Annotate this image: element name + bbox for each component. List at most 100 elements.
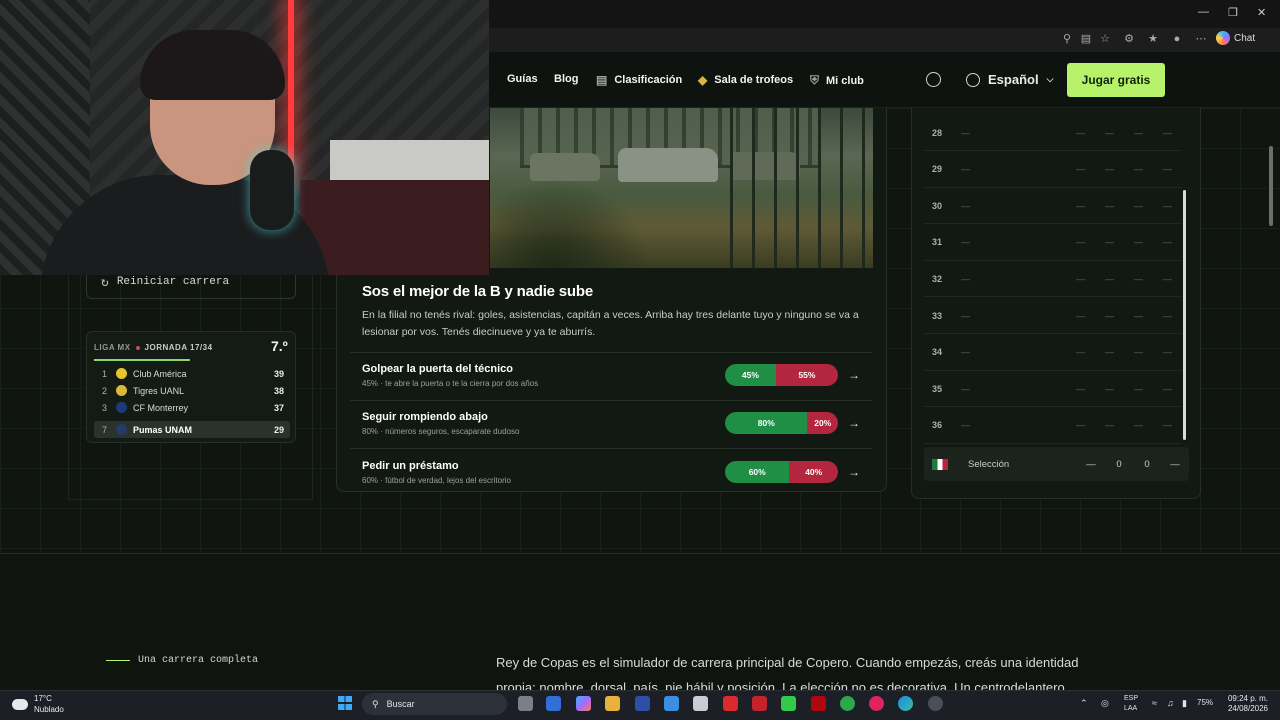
copilot-icon: [1216, 31, 1230, 45]
webcam-overlay: [0, 0, 489, 275]
option-probability-bar[interactable]: 80% 20%: [725, 412, 838, 434]
youtube-icon[interactable]: [752, 696, 767, 711]
input-language[interactable]: ESP LAA: [1124, 694, 1138, 714]
arrow-right-icon[interactable]: →: [848, 368, 860, 382]
app-icon[interactable]: [664, 696, 679, 711]
stat-placeholder: —: [1105, 310, 1114, 321]
microphone-icon[interactable]: ◎: [1101, 698, 1109, 709]
language-label: Español: [988, 72, 1039, 87]
stat-placeholder: —: [1105, 273, 1114, 284]
stat-placeholder: —: [1163, 420, 1172, 431]
app-icon[interactable]: [635, 696, 650, 711]
kick-icon[interactable]: [781, 696, 796, 711]
nav-mi-club[interactable]: ⛨ Mi club: [810, 73, 864, 88]
matchday-number: 31: [932, 237, 943, 248]
system-clock[interactable]: 09:24 p. m. 24/08/2026: [1224, 694, 1268, 714]
stat-placeholder: —: [1134, 273, 1143, 284]
stat-placeholder: —: [1134, 420, 1143, 431]
wifi-icon[interactable]: ≈: [1152, 698, 1157, 708]
copilot-app-icon[interactable]: [576, 696, 591, 711]
app-icon[interactable]: [693, 696, 708, 711]
music-icon[interactable]: [869, 696, 884, 711]
nav-blog[interactable]: Blog: [554, 73, 578, 85]
option-title[interactable]: Pedir un préstamo: [362, 460, 459, 472]
calendar-row: 36 — — — — —: [924, 408, 1182, 444]
standings-team: Tigres UANL: [133, 385, 185, 396]
profile-icon[interactable]: ●: [1170, 32, 1184, 46]
selection-value: —: [1170, 458, 1180, 470]
stat-placeholder: —: [1076, 200, 1085, 211]
option-title[interactable]: Golpear la puerta del técnico: [362, 363, 513, 375]
minimize-icon[interactable]: —: [1198, 6, 1209, 18]
page-scrollbar[interactable]: [1269, 146, 1273, 226]
battery-icon[interactable]: ▮: [1182, 698, 1187, 709]
option-title[interactable]: Seguir rompiendo abajo: [362, 411, 488, 423]
settings-icon[interactable]: [928, 696, 943, 711]
favorites-icon[interactable]: ★: [1146, 32, 1160, 46]
stat-placeholder: —: [1163, 237, 1172, 248]
language-selector[interactable]: Español ⌵: [966, 72, 1053, 87]
club-crest-icon: [116, 385, 127, 396]
task-view-icon[interactable]: [518, 696, 533, 711]
xbox-icon[interactable]: [840, 696, 855, 711]
option-probability-bar[interactable]: 60% 40%: [725, 461, 838, 483]
edge-icon[interactable]: [898, 696, 913, 711]
file-explorer-icon[interactable]: [605, 696, 620, 711]
close-icon[interactable]: ✕: [1257, 6, 1266, 19]
stat-placeholder: —: [1163, 200, 1172, 211]
battery-percent: 75%: [1197, 698, 1214, 707]
extensions-icon[interactable]: ⚙: [1122, 32, 1136, 46]
nav-guias[interactable]: Guías: [507, 73, 538, 85]
arrow-right-icon[interactable]: →: [848, 465, 860, 479]
reader-icon[interactable]: ▤: [1079, 32, 1093, 46]
standings-row: 2 Tigres UANL 38: [94, 382, 290, 399]
zoom-icon[interactable]: ⚲: [1060, 32, 1074, 46]
weather-widget[interactable]: 17°C Nublado: [12, 693, 64, 715]
restore-icon[interactable]: ❐: [1228, 6, 1238, 19]
stat-placeholder: —: [1105, 237, 1114, 248]
restart-label: Reiniciar carrera: [116, 276, 230, 288]
matchday-number: 30: [932, 200, 943, 211]
windows-start-icon[interactable]: [338, 696, 352, 710]
play-free-button[interactable]: Jugar gratis: [1067, 63, 1165, 97]
shield-icon: ⛨: [810, 73, 820, 87]
cloud-icon: [12, 698, 28, 710]
chevron-down-icon: ⌵: [1046, 74, 1054, 84]
stat-placeholder: —: [1076, 127, 1085, 138]
stat-placeholder: —: [1105, 127, 1114, 138]
nav-guias-label: Guías: [507, 73, 538, 85]
stat-placeholder: —: [1134, 200, 1143, 211]
rival-placeholder: —: [961, 164, 970, 175]
stat-placeholder: —: [1134, 164, 1143, 175]
rival-placeholder: —: [961, 383, 970, 394]
favorite-star-icon[interactable]: ☆: [1098, 32, 1112, 46]
weather-condition: Nublado: [34, 705, 64, 714]
club-crest-icon: [116, 402, 127, 413]
app-icon[interactable]: [546, 696, 561, 711]
taskbar-search[interactable]: ⚲ Buscar: [362, 693, 507, 715]
section-accent-line: [106, 660, 130, 661]
volume-icon[interactable]: ♫: [1167, 698, 1174, 708]
nav-trofeos[interactable]: ◆ Sala de trofeos: [698, 73, 793, 87]
app-icon[interactable]: [723, 696, 738, 711]
chevron-up-icon[interactable]: ⌃: [1080, 698, 1088, 709]
stat-placeholder: —: [1105, 200, 1114, 211]
success-chance: 80%: [725, 412, 808, 434]
search-label: Buscar: [386, 699, 415, 709]
divider: [350, 352, 872, 353]
standings-points: 29: [273, 424, 284, 435]
option-probability-bar[interactable]: 45% 55%: [725, 364, 838, 386]
copilot-chat-button[interactable]: Chat: [1216, 31, 1255, 45]
calendar-scrollbar[interactable]: [1183, 190, 1186, 440]
user-icon[interactable]: [926, 72, 941, 87]
nav-clasificacion-label: Clasificación: [614, 74, 683, 86]
arrow-right-icon[interactable]: →: [848, 416, 860, 430]
league-name: LIGA MX: [94, 343, 131, 352]
nav-clasificacion[interactable]: ▤ Clasificación: [596, 73, 682, 87]
calendar-row: 33 — — — — —: [924, 298, 1182, 334]
selection-value: 0: [1116, 458, 1122, 470]
nav-mi-club-label: Mi club: [826, 74, 864, 87]
more-icon[interactable]: ⋯: [1194, 32, 1208, 46]
stat-placeholder: —: [1076, 164, 1085, 175]
netflix-icon[interactable]: [811, 696, 826, 711]
